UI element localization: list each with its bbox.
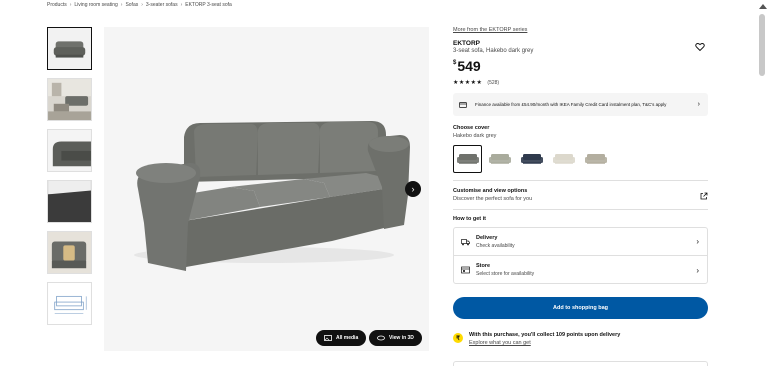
- customise-subtitle: Discover the perfect sofa for you: [453, 196, 533, 202]
- divider: [453, 209, 708, 210]
- sofa-swatch-icon: [584, 154, 607, 164]
- cover-swatch[interactable]: [485, 145, 514, 173]
- rating[interactable]: ★★★★★ (528): [453, 79, 500, 87]
- scroll-up-arrow-icon[interactable]: [759, 4, 767, 9]
- breadcrumb-separator: ›: [180, 2, 183, 8]
- rating-stars: ★★★★★: [453, 80, 483, 86]
- breadcrumb-separator: ›: [120, 2, 123, 8]
- how-to-get-it-title: How to get it: [453, 216, 486, 222]
- divider: [453, 180, 708, 181]
- thumbnail-cushion-detail[interactable]: [47, 231, 92, 274]
- series-link[interactable]: More from the EKTORP series: [453, 27, 527, 33]
- thumbnail-sofa-front[interactable]: [47, 27, 92, 70]
- chevron-right-icon: ›: [411, 184, 415, 194]
- truck-icon: [461, 238, 470, 245]
- sofa-swatch-icon: [520, 154, 543, 164]
- sofa-image: [104, 27, 429, 351]
- view-in-3d-button[interactable]: View in 3D: [369, 330, 422, 346]
- product-description: 3-seat sofa, Hakebo dark grey: [453, 48, 534, 54]
- store-option[interactable]: Store Select store for availability ›: [454, 256, 707, 284]
- main-product-image[interactable]: › All media View in 3D: [104, 27, 429, 351]
- breadcrumb-item-living-room-seating[interactable]: Living room seating: [74, 2, 117, 8]
- product-name: EKTORP: [453, 40, 480, 47]
- price: $ 549: [453, 58, 481, 74]
- store-title: Store: [476, 263, 491, 269]
- next-image-button[interactable]: ›: [405, 181, 421, 197]
- view-in-3d-label: View in 3D: [389, 335, 414, 341]
- finance-text: Finance available from £54.90/month with…: [475, 101, 667, 107]
- fulfilment-options: Delivery Check availability › Store Sele…: [453, 227, 708, 284]
- thumbnail-armrest-detail[interactable]: [47, 129, 92, 172]
- page-scrollbar[interactable]: [757, 0, 768, 366]
- breadcrumb-item-3-seater-sofas[interactable]: 3-seater sofas: [146, 2, 178, 8]
- sofa-swatch-icon: [552, 154, 575, 164]
- sofa-swatch-icon: [456, 154, 479, 164]
- delivery-option[interactable]: Delivery Check availability ›: [454, 228, 707, 256]
- sofa-swatch-icon: [488, 154, 511, 164]
- thumbnail-dimensions-drawing[interactable]: [47, 282, 92, 325]
- points-link[interactable]: Explore what you can get: [469, 340, 620, 346]
- chevron-right-icon: ›: [696, 237, 699, 246]
- all-media-button[interactable]: All media: [316, 330, 367, 346]
- customise-title: Customise and view options: [453, 188, 528, 194]
- thumbnail-fabric-dark[interactable]: [47, 180, 92, 223]
- cover-swatch[interactable]: [549, 145, 578, 173]
- heart-icon[interactable]: [695, 42, 705, 52]
- selected-cover-name: Hakebo dark grey: [453, 133, 497, 139]
- 3d-icon: [377, 335, 385, 341]
- store-subtitle: Select store for availability: [476, 271, 535, 277]
- breadcrumb: Products › Living room seating › Sofas ›…: [47, 0, 232, 10]
- chevron-right-icon: ›: [697, 101, 700, 108]
- cover-swatch[interactable]: [453, 145, 482, 173]
- credit-card-icon: [459, 101, 467, 108]
- breadcrumb-item-products[interactable]: Products: [47, 2, 67, 8]
- family-points-info: ₹ With this purchase, you'll collect 109…: [453, 332, 708, 346]
- chevron-right-icon: ›: [696, 265, 699, 275]
- delivery-subtitle: Check availability: [476, 242, 515, 249]
- breadcrumb-item-current: EKTORP 3-seat sofa: [185, 2, 232, 8]
- breadcrumb-item-sofas[interactable]: Sofas: [125, 2, 138, 8]
- thumbnail-room-scene[interactable]: [47, 78, 92, 121]
- cover-swatches: [453, 145, 610, 173]
- thumbnail-list: [47, 27, 92, 333]
- customise-options-link[interactable]: Customise and view options Discover the …: [453, 188, 708, 202]
- cover-swatch[interactable]: [517, 145, 546, 173]
- price-currency: $: [453, 60, 457, 66]
- rewards-coin-icon: ₹: [453, 333, 463, 343]
- breadcrumb-separator: ›: [141, 2, 143, 8]
- add-to-bag-button[interactable]: Add to shopping bag: [453, 297, 708, 319]
- review-count: (528): [487, 79, 500, 86]
- all-media-label: All media: [336, 335, 359, 341]
- price-value: 549: [457, 58, 481, 74]
- finance-banner[interactable]: Finance available from £54.90/month with…: [453, 93, 708, 116]
- scrollbar-thumb[interactable]: [759, 14, 765, 76]
- delivery-title: Delivery: [476, 234, 498, 241]
- external-link-icon: [700, 192, 708, 200]
- store-icon: [461, 266, 470, 274]
- gallery-icon: [324, 335, 332, 341]
- cover-swatch[interactable]: [581, 145, 610, 173]
- choose-cover-title: Choose cover: [453, 125, 490, 131]
- points-text: With this purchase, you'll collect 109 p…: [469, 332, 621, 338]
- next-section-box: [453, 361, 708, 366]
- breadcrumb-separator: ›: [69, 2, 72, 8]
